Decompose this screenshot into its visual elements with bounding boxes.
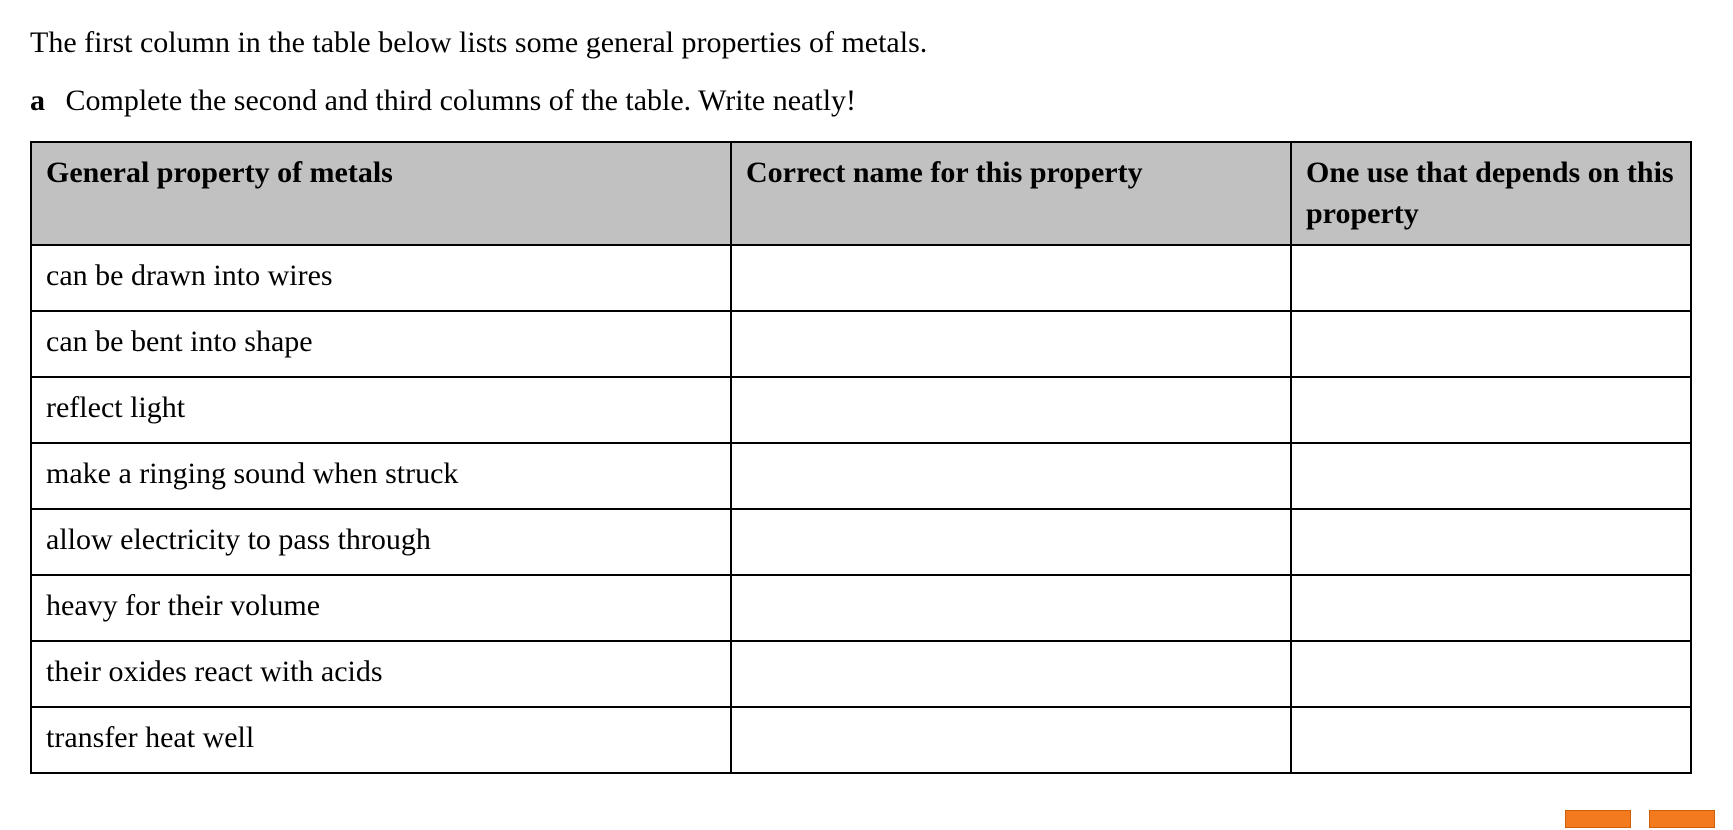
cell-property: transfer heat well xyxy=(31,707,731,773)
cell-property: make a ringing sound when struck xyxy=(31,443,731,509)
cell-name-blank[interactable] xyxy=(731,443,1291,509)
table-row: allow electricity to pass through xyxy=(31,509,1691,575)
cell-name-blank[interactable] xyxy=(731,707,1291,773)
part-label: a xyxy=(30,82,58,120)
cell-property: allow electricity to pass through xyxy=(31,509,731,575)
table-row: transfer heat well xyxy=(31,707,1691,773)
cell-use-blank[interactable] xyxy=(1291,377,1691,443)
cell-use-blank[interactable] xyxy=(1291,707,1691,773)
table-row: can be drawn into wires xyxy=(31,245,1691,311)
instruction-line: a Complete the second and third columns … xyxy=(30,82,1703,120)
header-general-property: General property of metals xyxy=(31,142,731,245)
table-header-row: General property of metals Correct name … xyxy=(31,142,1691,245)
cell-name-blank[interactable] xyxy=(731,575,1291,641)
page-accent-icon xyxy=(1565,810,1631,828)
cell-use-blank[interactable] xyxy=(1291,311,1691,377)
cell-property: their oxides react with acids xyxy=(31,641,731,707)
cell-property: reflect light xyxy=(31,377,731,443)
page-accent-group xyxy=(1565,810,1715,828)
header-one-use: One use that depends on this property xyxy=(1291,142,1691,245)
table-row: can be bent into shape xyxy=(31,311,1691,377)
page-accent-icon xyxy=(1649,810,1715,828)
table-row: make a ringing sound when struck xyxy=(31,443,1691,509)
cell-name-blank[interactable] xyxy=(731,641,1291,707)
table-row: heavy for their volume xyxy=(31,575,1691,641)
cell-use-blank[interactable] xyxy=(1291,641,1691,707)
cell-name-blank[interactable] xyxy=(731,245,1291,311)
cell-property: can be bent into shape xyxy=(31,311,731,377)
cell-use-blank[interactable] xyxy=(1291,575,1691,641)
intro-text: The first column in the table below list… xyxy=(30,24,1703,62)
cell-name-blank[interactable] xyxy=(731,509,1291,575)
cell-use-blank[interactable] xyxy=(1291,509,1691,575)
table-row: reflect light xyxy=(31,377,1691,443)
cell-use-blank[interactable] xyxy=(1291,245,1691,311)
cell-name-blank[interactable] xyxy=(731,311,1291,377)
properties-table: General property of metals Correct name … xyxy=(30,141,1692,774)
part-text: Complete the second and third columns of… xyxy=(66,84,857,117)
worksheet-page: The first column in the table below list… xyxy=(0,0,1733,830)
table-row: their oxides react with acids xyxy=(31,641,1691,707)
cell-property: heavy for their volume xyxy=(31,575,731,641)
cell-use-blank[interactable] xyxy=(1291,443,1691,509)
header-correct-name: Correct name for this property xyxy=(731,142,1291,245)
cell-name-blank[interactable] xyxy=(731,377,1291,443)
cell-property: can be drawn into wires xyxy=(31,245,731,311)
